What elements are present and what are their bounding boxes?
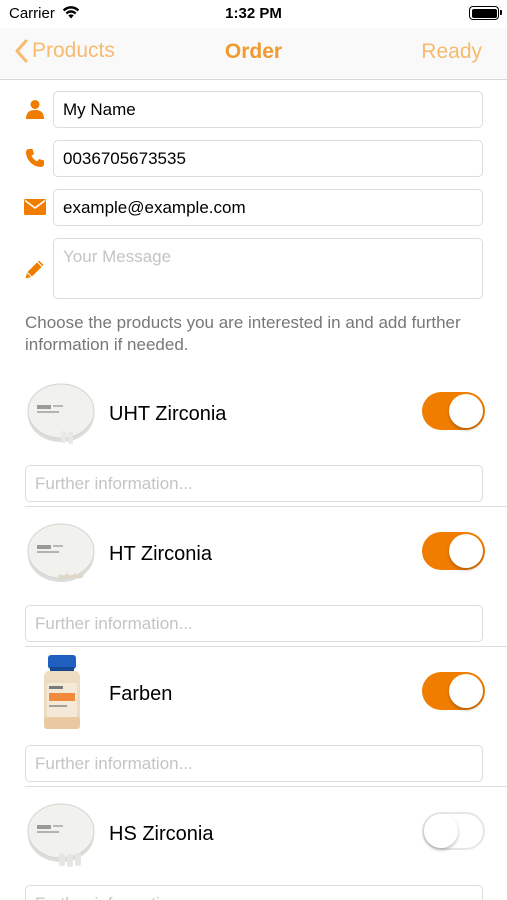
- further-information-field[interactable]: Further information...: [25, 605, 483, 642]
- product-toggle[interactable]: [422, 532, 485, 570]
- product-name: Farben: [109, 683, 173, 705]
- product-item: Farben Further information...: [0, 647, 507, 787]
- product-name: UHT Zirconia: [109, 403, 227, 425]
- phone-icon: [24, 147, 46, 169]
- instructions-text: Choose the products you are interested i…: [25, 313, 461, 354]
- ready-button[interactable]: Ready: [421, 40, 482, 64]
- further-information-field[interactable]: Further information...: [25, 745, 483, 782]
- battery-icon: [469, 6, 502, 20]
- zirconia-disc-image: [25, 795, 99, 869]
- name-field[interactable]: My Name: [53, 91, 483, 128]
- product-toggle[interactable]: [422, 672, 485, 710]
- phone-field[interactable]: 0036705673535: [53, 140, 483, 177]
- product-item: HS Zirconia Further information...: [0, 787, 507, 900]
- pencil-icon: [24, 258, 46, 280]
- further-information-field[interactable]: Further information...: [25, 885, 483, 900]
- message-field[interactable]: Your Message: [53, 238, 483, 299]
- product-toggle[interactable]: [422, 812, 485, 850]
- zirconia-disc-image: [25, 515, 99, 589]
- envelope-icon: [24, 196, 46, 218]
- clock: 1:32 PM: [225, 5, 282, 22]
- further-information-field[interactable]: Further information...: [25, 465, 483, 502]
- product-item: UHT Zirconia Further information...: [0, 367, 507, 507]
- product-toggle[interactable]: [422, 392, 485, 430]
- product-item: HT Zirconia Further information...: [0, 507, 507, 647]
- navigation-bar: Products Order Ready: [0, 28, 507, 80]
- status-bar: Carrier 1:32 PM: [0, 0, 507, 28]
- product-name: HS Zirconia: [109, 823, 214, 845]
- product-name: HT Zirconia: [109, 543, 212, 565]
- email-field[interactable]: example@example.com: [53, 189, 483, 226]
- zirconia-disc-image: [25, 375, 99, 449]
- person-icon: [24, 98, 46, 120]
- paint-bottle-image: [25, 655, 99, 729]
